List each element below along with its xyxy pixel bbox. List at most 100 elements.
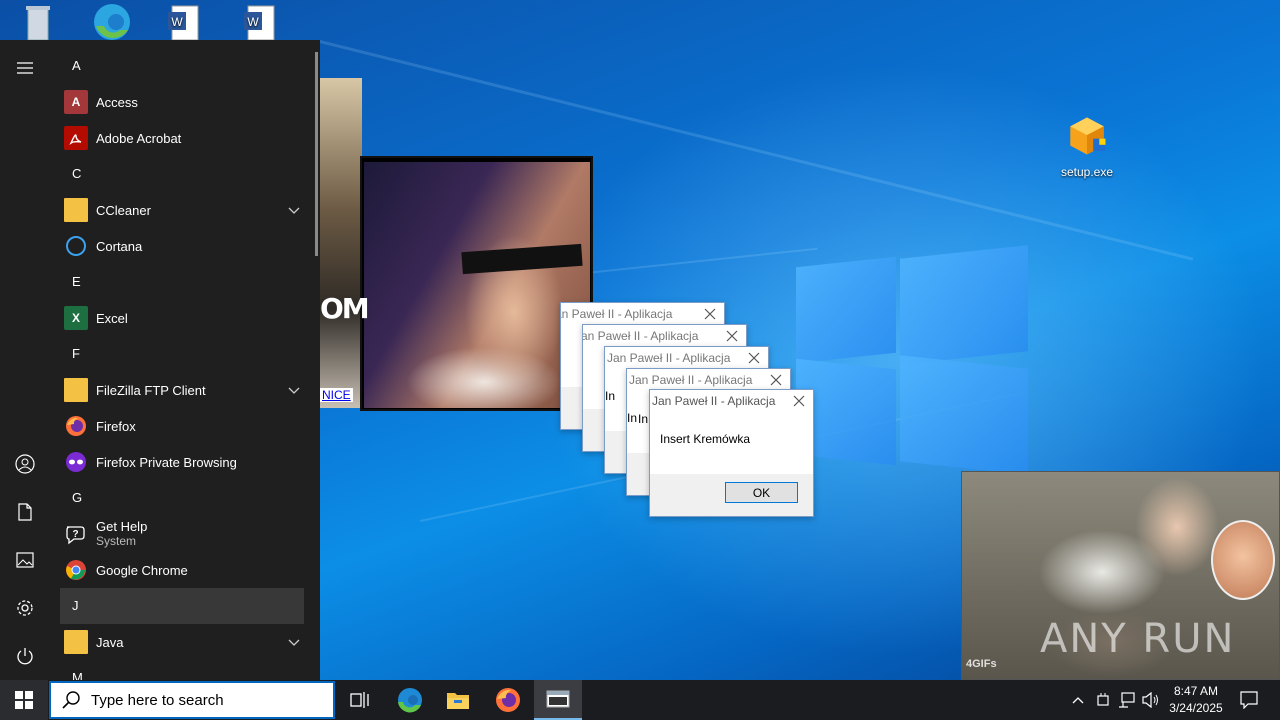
- group-header-g[interactable]: G: [50, 480, 312, 516]
- user-account-button[interactable]: [0, 444, 50, 484]
- app-item-java[interactable]: Java: [50, 624, 312, 660]
- chevron-down-icon[interactable]: [286, 382, 302, 398]
- app-sublabel: System: [96, 534, 137, 548]
- message-box-title: Jan Paweł II - Aplikacja: [607, 351, 731, 365]
- setup-exe-label: setup.exe: [1060, 165, 1114, 179]
- edge-icon: [398, 688, 422, 713]
- app-item-excel[interactable]: X Excel: [50, 300, 312, 336]
- app-label: FileZilla FTP Client: [96, 382, 206, 398]
- gif-popup-window[interactable]: ANY RUN 4GIFs: [961, 471, 1280, 680]
- settings-button[interactable]: [0, 588, 50, 628]
- popup-link[interactable]: NICE: [320, 388, 353, 402]
- group-header-m[interactable]: M: [50, 660, 312, 680]
- scrollbar[interactable]: [315, 52, 318, 256]
- search-input[interactable]: [91, 691, 321, 709]
- ok-button[interactable]: OK: [725, 482, 798, 503]
- action-center-button[interactable]: [1232, 680, 1266, 720]
- firefox-icon: [64, 414, 88, 438]
- message-box-title: Jan Paweł II - Aplikacja: [583, 329, 699, 343]
- expand-menu-button[interactable]: [0, 48, 50, 88]
- app-item-ccleaner[interactable]: CCleaner: [50, 192, 312, 228]
- setup-exe-desktop-icon[interactable]: setup.exe: [1049, 114, 1125, 179]
- show-hidden-icons-button[interactable]: [1066, 680, 1090, 720]
- usb-device-icon: [1097, 693, 1109, 706]
- app-label: Get Help: [96, 519, 148, 534]
- access-icon: A: [64, 90, 88, 114]
- close-button[interactable]: [762, 369, 790, 391]
- taskbar-active-window-button[interactable]: [534, 680, 582, 720]
- documents-button[interactable]: [0, 492, 50, 532]
- app-item-get-help[interactable]: ? Get Help System: [50, 516, 312, 552]
- close-icon: [748, 352, 760, 364]
- taskbar-edge-button[interactable]: [386, 680, 434, 720]
- taskbar-file-explorer-button[interactable]: [434, 680, 482, 720]
- group-header-j[interactable]: J: [60, 588, 304, 624]
- svg-text:?: ?: [72, 529, 78, 540]
- start-button[interactable]: [0, 680, 48, 720]
- notification-icon: [1240, 691, 1258, 709]
- taskbar-firefox-button[interactable]: [484, 680, 532, 720]
- folder-icon: [64, 198, 88, 222]
- start-menu: A A Access Adobe Acrobat C CCleaner Cort…: [0, 40, 320, 680]
- get-help-icon: ?: [64, 522, 88, 546]
- group-header-e[interactable]: E: [50, 264, 312, 300]
- close-icon: [770, 374, 782, 386]
- close-icon: [704, 308, 716, 320]
- pictures-icon: [16, 552, 34, 568]
- app-item-firefox[interactable]: Firefox: [50, 408, 312, 444]
- power-button[interactable]: [0, 636, 50, 676]
- app-label: Google Chrome: [96, 562, 188, 578]
- message-box-title: Jan Paweł II - Aplikacja: [652, 394, 776, 408]
- power-icon: [17, 648, 33, 665]
- chevron-down-icon[interactable]: [286, 634, 302, 650]
- taskbar-search-box[interactable]: [49, 681, 335, 719]
- group-header-f[interactable]: F: [50, 336, 312, 372]
- close-icon: [726, 330, 738, 342]
- app-label: Adobe Acrobat: [96, 130, 182, 146]
- tray-device-button[interactable]: [1092, 680, 1114, 720]
- message-box-title: Jan Paweł II - Aplikacja: [629, 373, 753, 387]
- pictures-button[interactable]: [0, 540, 50, 580]
- group-header-c[interactable]: C: [50, 156, 312, 192]
- clock-time: 8:47 AM: [1173, 684, 1219, 698]
- app-label: CCleaner: [96, 202, 151, 218]
- clock[interactable]: 8:47 AM 3/24/2025: [1164, 680, 1228, 720]
- close-icon: [793, 395, 805, 407]
- message-box-hidden: In: [626, 390, 648, 426]
- network-icon: [1119, 692, 1135, 708]
- app-item-access[interactable]: A Access: [50, 84, 312, 120]
- app-list: A A Access Adobe Acrobat C CCleaner Cort…: [50, 48, 312, 680]
- app-item-google-chrome[interactable]: Google Chrome: [50, 552, 312, 588]
- folder-icon: [64, 630, 88, 654]
- svg-text:W: W: [247, 15, 259, 29]
- group-header-a[interactable]: A: [50, 48, 312, 84]
- app-item-filezilla[interactable]: FileZilla FTP Client: [50, 372, 312, 408]
- app-item-cortana[interactable]: Cortana: [50, 228, 312, 264]
- app-item-adobe-acrobat[interactable]: Adobe Acrobat: [50, 120, 312, 156]
- volume-button[interactable]: [1140, 680, 1162, 720]
- document-icon: [18, 503, 32, 521]
- app-label: Java: [96, 634, 124, 650]
- search-icon: [62, 691, 80, 709]
- anyrun-watermark: ANY RUN: [1040, 616, 1236, 662]
- gif-face-overlay: [1211, 520, 1275, 600]
- svg-text:W: W: [171, 15, 183, 29]
- close-button[interactable]: [718, 325, 746, 347]
- network-button[interactable]: [1116, 680, 1138, 720]
- app-label: Firefox Private Browsing: [96, 454, 237, 470]
- close-button[interactable]: [785, 390, 813, 412]
- acrobat-icon: [64, 126, 88, 150]
- popup-image-window-back[interactable]: [320, 78, 362, 408]
- close-button[interactable]: [696, 303, 724, 325]
- firefox-private-icon: [64, 450, 88, 474]
- folder-icon: [64, 378, 88, 402]
- close-button[interactable]: [740, 347, 768, 369]
- chevron-down-icon[interactable]: [286, 202, 302, 218]
- message-box-front[interactable]: Jan Paweł II - Aplikacja Insert Kremówka…: [649, 389, 814, 517]
- taskbar: 8:47 AM 3/24/2025: [0, 680, 1280, 720]
- task-view-button[interactable]: [336, 680, 384, 720]
- popup-video-window[interactable]: [360, 156, 593, 411]
- app-item-firefox-private[interactable]: Firefox Private Browsing: [50, 444, 312, 480]
- chevron-up-icon: [1072, 697, 1084, 704]
- chrome-icon: [64, 558, 88, 582]
